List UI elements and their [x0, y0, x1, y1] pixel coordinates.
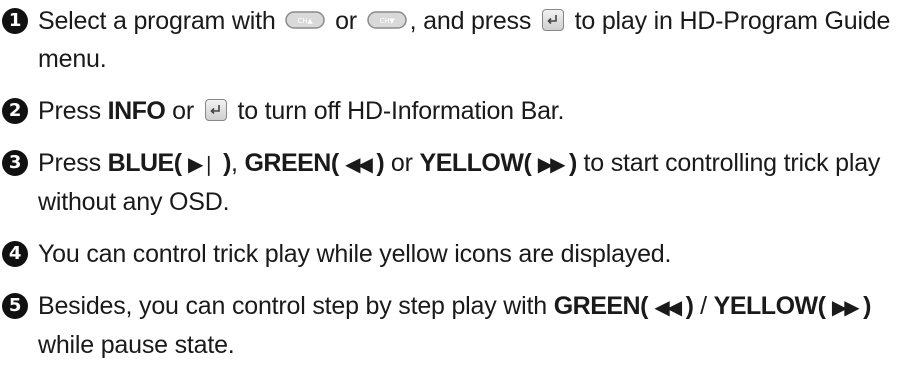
channel-up-icon-text: CH▲: [298, 17, 314, 25]
green-key-close: ): [376, 149, 385, 177]
green-key-text: GREEN(: [553, 292, 649, 320]
instruction-list: 1 Select a program with CH▲ or CH▼ , and…: [2, 2, 897, 364]
step-1-text-b: or: [335, 7, 357, 35]
enter-key-icon: [541, 9, 564, 32]
step-3-comma: ,: [230, 149, 238, 177]
step-4-text: You can control trick play while yellow …: [38, 240, 672, 268]
channel-down-icon: CH▼: [366, 10, 407, 30]
channel-up-icon: CH▲: [285, 10, 326, 30]
step-2: 2 Press INFO or to turn off HD-Informati…: [2, 92, 897, 130]
step-5-text-a: Besides, you can control step by step pl…: [38, 292, 547, 320]
step-5-slash: /: [700, 292, 707, 320]
info-key-label: INFO: [107, 97, 166, 125]
step-2-text-a: Press: [38, 97, 101, 125]
yellow-key-text: YELLOW(: [713, 292, 826, 320]
yellow-key-label: YELLOW( ▶▶ ): [713, 292, 872, 320]
step-2-text-c: to turn off HD-Information Bar.: [237, 97, 565, 125]
step-number-5: 5: [2, 293, 28, 319]
step-number-3: 3: [2, 150, 28, 176]
step-2-text-b: or: [172, 97, 194, 125]
step-3-text-b: or: [390, 149, 413, 177]
yellow-key-label: YELLOW( ▶▶ ): [419, 149, 578, 177]
fast-forward-icon: ▶▶: [831, 295, 860, 319]
blue-key-close: ): [223, 149, 231, 177]
step-number-4: 4: [2, 241, 28, 267]
step-1: 1 Select a program with CH▲ or CH▼ , and…: [2, 2, 897, 78]
step-3-text-a: Press: [38, 149, 101, 177]
step-5: 5 Besides, you can control step by step …: [2, 287, 897, 364]
channel-down-icon-text: CH▼: [379, 17, 395, 25]
fast-forward-icon: ▶▶: [537, 152, 566, 176]
green-key-label: GREEN( ◀◀ ): [554, 292, 694, 320]
blue-key-label: BLUE( ▶❘ ): [107, 149, 232, 177]
step-5-text-b: while pause state.: [38, 331, 235, 359]
rewind-icon: ◀◀: [654, 295, 682, 319]
step-1-text-a: Select a program with: [38, 7, 276, 35]
step-3: 3 Press BLUE( ▶❘ ), GREEN( ◀◀ ) or YELLO…: [2, 144, 897, 221]
green-key-close: ): [685, 292, 694, 320]
step-4: 4 You can control trick play while yello…: [2, 235, 897, 273]
pause-bar-icon: ❘: [200, 152, 217, 176]
step-number-2: 2: [2, 98, 28, 124]
green-key-label: GREEN( ◀◀ ): [244, 149, 384, 177]
yellow-key-text: YELLOW(: [419, 149, 532, 177]
blue-key-text: BLUE(: [107, 149, 182, 177]
yellow-key-close: ): [863, 292, 871, 320]
yellow-key-close: ): [568, 149, 577, 177]
rewind-icon: ◀◀: [345, 152, 373, 176]
step-number-1: 1: [2, 8, 28, 34]
step-1-text-c: , and press: [409, 7, 532, 35]
enter-key-icon: [204, 99, 227, 122]
play-icon: ▶: [188, 152, 203, 176]
green-key-text: GREEN(: [244, 149, 339, 177]
